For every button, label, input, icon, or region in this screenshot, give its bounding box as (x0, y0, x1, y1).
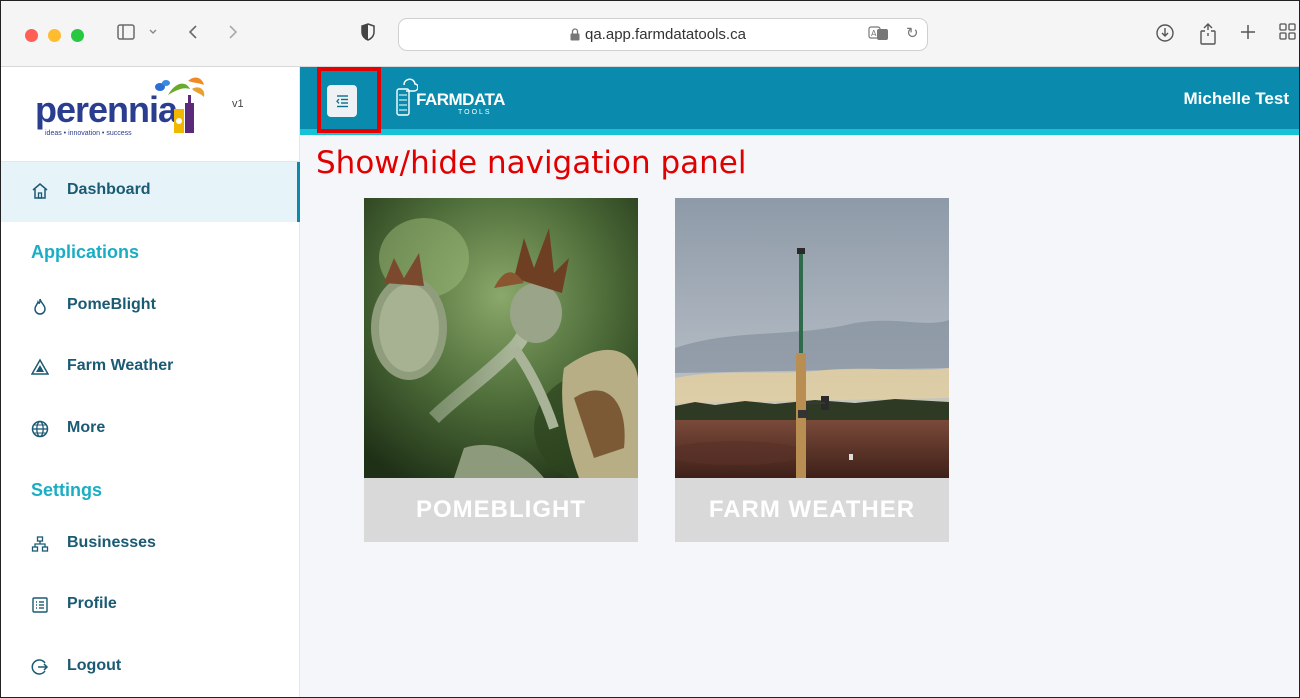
sidebar-item-more[interactable]: More (1, 400, 300, 460)
version-label: v1 (232, 98, 244, 110)
app-card-pomeblight[interactable]: POMEBLIGHT (364, 198, 638, 542)
sidebar-item-dashboard[interactable]: Dashboard (1, 162, 300, 222)
phone-cloud-icon (396, 78, 418, 116)
translate-icon[interactable]: A (868, 25, 890, 44)
app-card-title: POMEBLIGHT (364, 478, 638, 542)
forward-icon[interactable] (227, 23, 239, 48)
section-heading-applications: Applications (31, 242, 140, 262)
minimize-window-button[interactable] (48, 29, 61, 42)
app-header: FARMDATA TOOLS Michelle Test (300, 67, 1299, 135)
app-card-farm-weather[interactable]: FARM WEATHER (675, 198, 949, 542)
zoom-window-button[interactable] (71, 29, 84, 42)
address-bar[interactable]: qa.app.farmdatatools.ca A ↻ (398, 18, 928, 51)
svg-text:A: A (871, 29, 877, 38)
globe-icon (31, 420, 49, 438)
screen-frame: qa.app.farmdatatools.ca A ↻ perennia ide… (0, 0, 1300, 698)
triangle-icon (31, 358, 49, 375)
sidebar-item-label: PomeBlight (67, 296, 156, 313)
sidebar-item-pomeblight[interactable]: PomeBlight (1, 277, 300, 337)
browser-toolbar: qa.app.farmdatatools.ca A ↻ (1, 1, 1299, 67)
hierarchy-icon (31, 536, 49, 552)
privacy-shield-icon[interactable] (361, 23, 375, 48)
brand-logo[interactable]: perennia ideas • innovation • success v1 (1, 67, 300, 162)
farmdata-wordmark: FARMDATA (416, 90, 505, 109)
brand-tagline: ideas • innovation • success (45, 130, 132, 137)
home-icon (32, 183, 48, 199)
farmdata-subtitle: TOOLS (458, 109, 492, 116)
sidebar-item-label: Businesses (67, 534, 156, 551)
flame-icon (34, 298, 46, 315)
farmdata-logo[interactable]: FARMDATA TOOLS (396, 73, 516, 123)
sidebar-item-label: Logout (67, 657, 122, 674)
close-window-button[interactable] (25, 29, 38, 42)
sidebar-item-label: Dashboard (67, 181, 151, 198)
chevron-down-icon[interactable] (148, 23, 158, 47)
sidebar-item-farm-weather[interactable]: Farm Weather (1, 338, 300, 398)
farm-weather-photo (675, 198, 949, 478)
navigation-panel: perennia ideas • innovation • success v1… (1, 67, 300, 697)
share-icon[interactable] (1199, 23, 1217, 52)
user-menu[interactable]: Michelle Test (1184, 89, 1290, 109)
sidebar-item-businesses[interactable]: Businesses (1, 515, 300, 575)
back-icon[interactable] (187, 23, 199, 48)
reload-icon[interactable]: ↻ (906, 24, 919, 42)
app-card-title: FARM WEATHER (675, 478, 949, 542)
tab-overview-icon[interactable] (1279, 23, 1297, 48)
sidebar-item-logout[interactable]: Logout (1, 638, 300, 697)
sidebar-item-label: Profile (67, 595, 117, 612)
annotation-caption: Show/hide navigation panel (316, 145, 747, 181)
annotation-highlight-box (317, 67, 381, 133)
pomeblight-photo (364, 198, 638, 478)
sidebar-item-label: Farm Weather (67, 357, 174, 374)
lock-icon (570, 28, 580, 41)
new-tab-icon[interactable] (1239, 23, 1257, 48)
url-text: qa.app.farmdatatools.ca (585, 26, 746, 43)
logo-illustration-icon (155, 77, 205, 133)
logout-icon (31, 659, 49, 675)
main-content: FARMDATA TOOLS Michelle Test Show/hide n… (300, 67, 1299, 697)
sidebar-item-profile[interactable]: Profile (1, 576, 300, 636)
profile-list-icon (32, 597, 48, 613)
sidebar-item-label: More (67, 419, 106, 436)
section-heading-settings: Settings (31, 480, 103, 500)
downloads-icon[interactable] (1155, 23, 1175, 50)
sidebar-toggle-icon[interactable] (117, 23, 135, 47)
